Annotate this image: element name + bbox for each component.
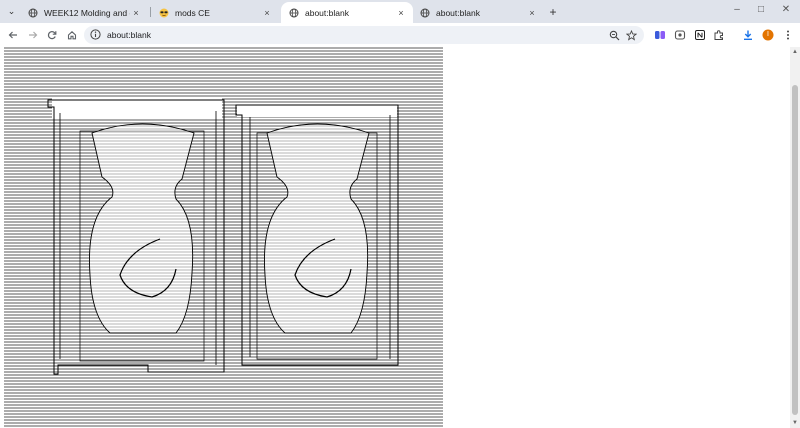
tab-title: about:blank <box>436 7 480 18</box>
reload-icon <box>47 31 57 40</box>
close-icon[interactable]: × <box>130 8 142 18</box>
globe-icon <box>420 8 430 18</box>
maximize-button[interactable]: □ <box>753 4 769 15</box>
address-bar[interactable]: about:blank <box>84 26 644 44</box>
extensions-puzzle-icon[interactable] <box>713 29 725 41</box>
tab-about-blank[interactable]: about:blank × <box>412 2 544 23</box>
extension-pair-icon[interactable] <box>654 29 666 41</box>
arrow-left-icon <box>8 31 17 39</box>
scroll-up-arrow-icon[interactable]: ▲ <box>792 49 798 55</box>
scroll-thumb[interactable] <box>792 85 798 415</box>
arrow-right-icon <box>29 31 38 39</box>
bookmark-star-icon[interactable] <box>625 29 637 41</box>
new-tab-button[interactable]: + <box>546 5 560 19</box>
minimize-button[interactable]: – <box>729 4 745 15</box>
globe-icon <box>289 8 299 18</box>
tab-title: mods CE <box>175 7 210 18</box>
zoom-icon[interactable] <box>608 29 620 41</box>
address-bar-url: about:blank <box>107 30 151 40</box>
close-icon[interactable]: × <box>526 8 538 18</box>
tab-title: about:blank <box>305 7 349 18</box>
forward-button[interactable] <box>26 28 40 42</box>
home-icon <box>67 31 77 40</box>
page-scrollbar[interactable]: ▲ ▼ <box>790 47 800 428</box>
close-icon[interactable]: × <box>261 8 273 18</box>
browser-toolbar: about:blank I <box>0 23 800 47</box>
download-icon[interactable] <box>742 29 754 41</box>
tab-about-blank-active[interactable]: about:blank × <box>281 2 413 23</box>
profile-initial: I <box>767 31 769 38</box>
reload-button[interactable] <box>45 28 59 42</box>
back-button[interactable] <box>6 28 20 42</box>
globe-icon <box>28 8 38 18</box>
extension-notion-icon[interactable] <box>694 29 706 41</box>
tab-week12[interactable]: WEEK12 Molding and casting | × <box>20 2 148 23</box>
close-window-button[interactable]: ✕ <box>778 4 794 15</box>
sunglasses-emoji-icon <box>159 8 169 18</box>
tab-search-button[interactable]: ⌄ <box>4 4 19 19</box>
tab-title: WEEK12 Molding and casting | <box>44 7 130 18</box>
tab-strip: ⌄ WEEK12 Molding and casting | × mods CE… <box>0 0 800 23</box>
tab-mods-ce[interactable]: mods CE × <box>151 2 279 23</box>
extension-screenshot-icon[interactable] <box>674 29 686 41</box>
home-button[interactable] <box>65 28 79 42</box>
page-viewport <box>0 47 800 428</box>
toolpath-preview-image <box>0 47 444 428</box>
menu-kebab-icon[interactable] <box>782 29 794 41</box>
scroll-down-arrow-icon[interactable]: ▼ <box>792 420 798 426</box>
close-icon[interactable]: × <box>395 8 407 18</box>
chevron-down-icon: ⌄ <box>7 6 16 16</box>
profile-avatar[interactable]: I <box>762 29 774 41</box>
info-icon[interactable] <box>90 29 101 40</box>
